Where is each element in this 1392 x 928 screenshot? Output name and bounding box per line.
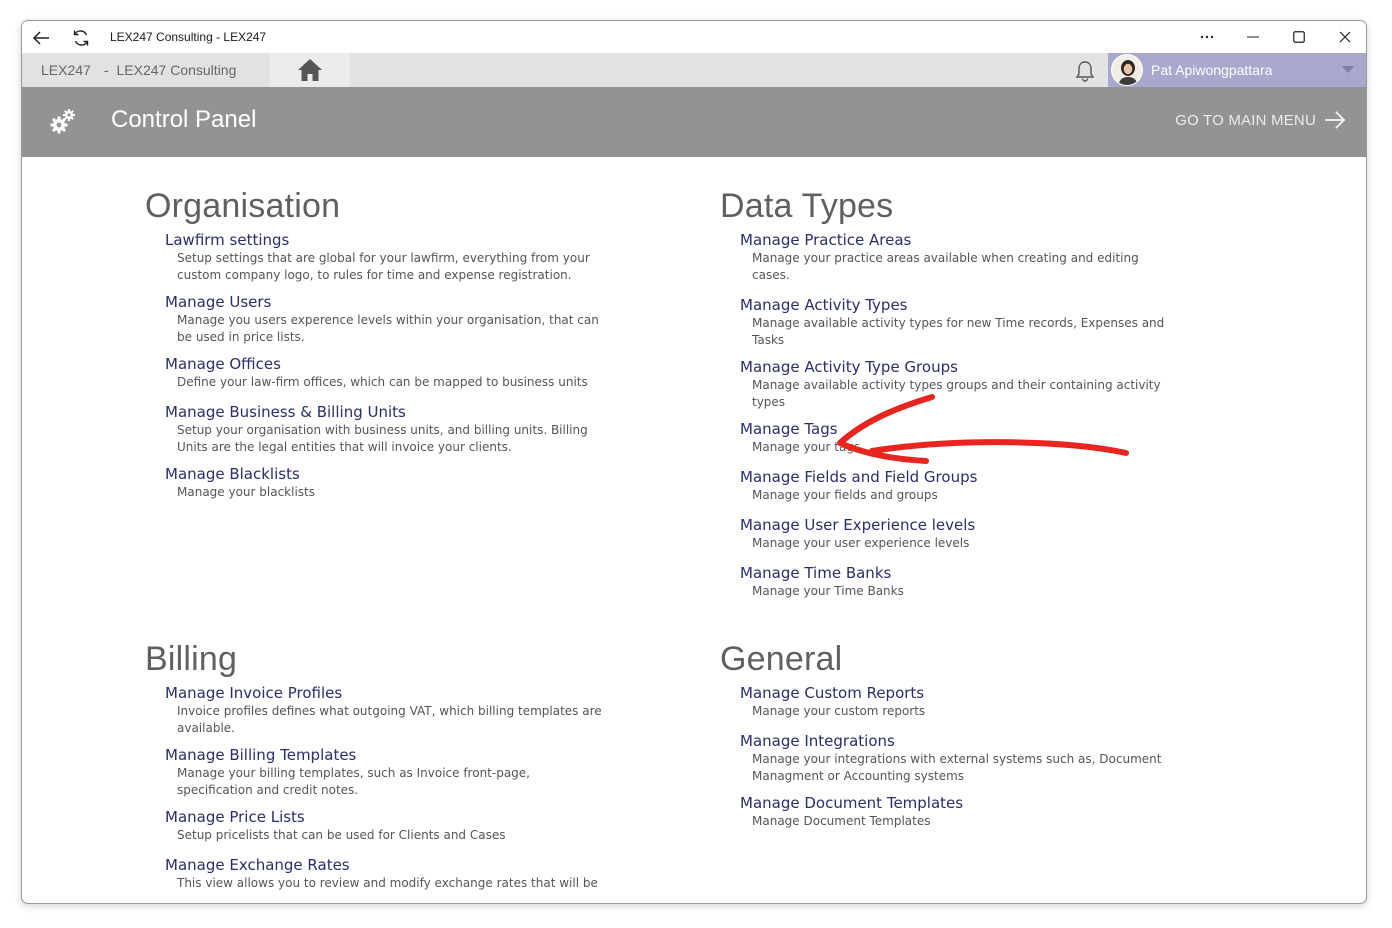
- back-arrow-icon[interactable]: [30, 27, 52, 49]
- nav-bar: LEX247 - LEX247 Consulting Pat Apiwongpa…: [22, 53, 1366, 87]
- list-item: Manage Document Templates Manage Documen…: [740, 793, 1180, 830]
- list-item: Manage Activity Type Groups Manage avail…: [740, 357, 1180, 411]
- manage-user-experience-levels-link[interactable]: Manage User Experience levels: [740, 515, 1180, 535]
- manage-users-link[interactable]: Manage Users: [165, 292, 605, 312]
- list-item: Manage Activity Types Manage available a…: [740, 295, 1180, 349]
- section-title: Data Types: [720, 187, 894, 225]
- manage-price-lists-link[interactable]: Manage Price Lists: [165, 807, 605, 827]
- control-panel-header: Control Panel GO TO MAIN MENU: [22, 87, 1366, 157]
- chevron-down-icon[interactable]: [1342, 66, 1354, 73]
- manage-fields-link[interactable]: Manage Fields and Field Groups: [740, 467, 1180, 487]
- manage-invoice-profiles-link[interactable]: Manage Invoice Profiles: [165, 683, 605, 703]
- section-title: Organisation: [145, 187, 341, 225]
- home-icon: [298, 59, 322, 81]
- item-description: Manage your Time Banks: [752, 584, 904, 598]
- section-title: Billing: [145, 640, 238, 678]
- user-name: Pat Apiwongpattara: [1151, 62, 1273, 78]
- bell-icon[interactable]: [1072, 58, 1098, 84]
- item-description: Manage your fields and groups: [752, 488, 938, 502]
- section-organisation: Organisation Lawfirm settings Setup sett…: [145, 187, 605, 501]
- list-item: Manage Business & Billing Units Setup yo…: [165, 402, 605, 456]
- list-item: Manage Fields and Field Groups Manage yo…: [740, 467, 1180, 504]
- item-description: This view allows you to review and modif…: [177, 876, 598, 890]
- list-item: Manage Price Lists Setup pricelists that…: [165, 807, 605, 844]
- avatar: [1111, 54, 1143, 86]
- list-item: Manage Practice Areas Manage your practi…: [740, 230, 1180, 284]
- item-description: Invoice profiles defines what outgoing V…: [177, 704, 602, 735]
- list-item: Manage Offices Define your law-firm offi…: [165, 354, 605, 391]
- item-description: Manage your custom reports: [752, 704, 926, 718]
- item-description: Manage you users experence levels within…: [177, 313, 599, 344]
- manage-integrations-link[interactable]: Manage Integrations: [740, 731, 1180, 751]
- manage-time-banks-link[interactable]: Manage Time Banks: [740, 563, 1180, 583]
- item-description: Manage your billing templates, such as I…: [177, 766, 530, 797]
- minimize-icon[interactable]: [1230, 21, 1276, 53]
- list-item: Manage Blacklists Manage your blacklists: [165, 464, 605, 501]
- manage-billing-templates-link[interactable]: Manage Billing Templates: [165, 745, 605, 765]
- list-item: Manage Custom Reports Manage your custom…: [740, 683, 1180, 720]
- section-general: General Manage Custom Reports Manage you…: [720, 640, 1180, 830]
- lawfirm-settings-link[interactable]: Lawfirm settings: [165, 230, 605, 250]
- item-description: Manage available activity types groups a…: [752, 378, 1161, 409]
- maximize-icon[interactable]: [1276, 21, 1322, 53]
- list-item: Lawfirm settings Setup settings that are…: [165, 230, 605, 284]
- item-description: Define your law-firm offices, which can …: [177, 375, 588, 389]
- breadcrumb-app: LEX247: [41, 62, 91, 78]
- breadcrumb[interactable]: LEX247 - LEX247 Consulting: [22, 53, 270, 87]
- more-options-icon[interactable]: [1184, 21, 1230, 53]
- list-item: Manage Exchange Rates This view allows y…: [165, 855, 605, 892]
- breadcrumb-org: LEX247 Consulting: [116, 62, 237, 78]
- page-title: Control Panel: [111, 106, 257, 133]
- item-description: Manage your blacklists: [177, 485, 316, 499]
- gears-icon: [48, 107, 78, 137]
- window-title: LEX247 Consulting - LEX247: [110, 30, 267, 44]
- list-item: Manage User Experience levels Manage you…: [740, 515, 1180, 552]
- item-description: Manage your tags: [752, 440, 861, 454]
- item-description: Setup pricelists that can be used for Cl…: [177, 828, 506, 842]
- arrow-right-icon: [1325, 111, 1346, 129]
- control-panel-content: Organisation Lawfirm settings Setup sett…: [22, 157, 1366, 903]
- home-button[interactable]: [270, 53, 350, 87]
- manage-custom-reports-link[interactable]: Manage Custom Reports: [740, 683, 1180, 703]
- manage-practice-areas-link[interactable]: Manage Practice Areas: [740, 230, 1180, 250]
- breadcrumb-separator: -: [103, 62, 109, 78]
- manage-tags-link[interactable]: Manage Tags: [740, 419, 1180, 439]
- manage-offices-link[interactable]: Manage Offices: [165, 354, 605, 374]
- go-to-main-menu-button[interactable]: GO TO MAIN MENU: [1175, 111, 1346, 129]
- list-item: Manage Integrations Manage your integrat…: [740, 731, 1180, 785]
- manage-blacklists-link[interactable]: Manage Blacklists: [165, 464, 605, 484]
- list-item: Manage Time Banks Manage your Time Banks: [740, 563, 1180, 600]
- manage-exchange-rates-link[interactable]: Manage Exchange Rates: [165, 855, 605, 875]
- section-title: General: [720, 640, 843, 678]
- close-icon[interactable]: [1322, 21, 1366, 53]
- item-description: Manage your user experience levels: [752, 536, 970, 550]
- item-description: Manage your integrations with external s…: [752, 752, 1162, 783]
- manage-document-templates-link[interactable]: Manage Document Templates: [740, 793, 1180, 813]
- manage-activity-types-link[interactable]: Manage Activity Types: [740, 295, 1180, 315]
- list-item: Manage Tags Manage your tags: [740, 419, 1180, 456]
- go-to-main-menu-label: GO TO MAIN MENU: [1175, 111, 1316, 129]
- manage-activity-type-groups-link[interactable]: Manage Activity Type Groups: [740, 357, 1180, 377]
- app-window: LEX247 Consulting - LEX247 LEX247 - LEX2…: [21, 20, 1367, 904]
- item-description: Setup your organisation with business un…: [177, 423, 588, 454]
- item-description: Manage available activity types for new …: [752, 316, 1165, 347]
- section-billing: Billing Manage Invoice Profiles Invoice …: [145, 640, 605, 892]
- list-item: Manage Invoice Profiles Invoice profiles…: [165, 683, 605, 737]
- refresh-icon[interactable]: [70, 27, 92, 49]
- list-item: Manage Users Manage you users experence …: [165, 292, 605, 346]
- title-bar: LEX247 Consulting - LEX247: [22, 21, 1366, 53]
- item-description: Manage Document Templates: [752, 814, 931, 828]
- item-description: Setup settings that are global for your …: [177, 251, 590, 282]
- manage-business-billing-units-link[interactable]: Manage Business & Billing Units: [165, 402, 605, 422]
- list-item: Manage Billing Templates Manage your bil…: [165, 745, 605, 799]
- section-data-types: Data Types Manage Practice Areas Manage …: [720, 187, 1180, 600]
- item-description: Manage your practice areas available whe…: [752, 251, 1139, 282]
- user-menu[interactable]: Pat Apiwongpattara: [1108, 53, 1366, 87]
